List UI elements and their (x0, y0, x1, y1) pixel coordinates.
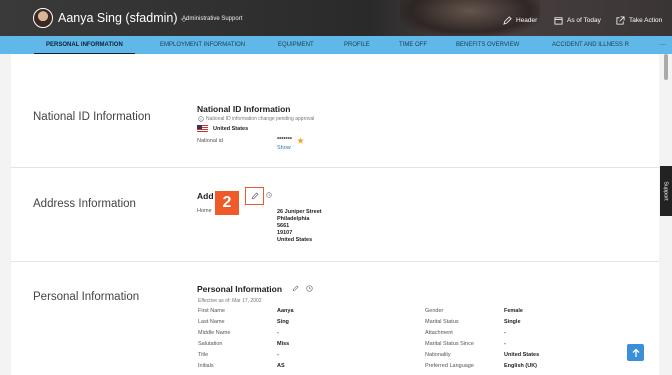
address-line: 5661 (277, 223, 290, 229)
user-name[interactable]: Aanya Sing (sfadmin) (58, 11, 178, 25)
as-of-today-label: As of Today (567, 17, 601, 24)
field-label: Preferred Language (425, 363, 474, 369)
field-label: Last Name (198, 319, 225, 325)
top-header: Aanya Sing (sfadmin) ⌵ Administrative Sup… (0, 0, 672, 36)
tab-time-off[interactable]: TIME OFF (399, 42, 427, 48)
arrow-up-icon (632, 348, 639, 357)
scroll-to-top-button[interactable] (627, 344, 644, 361)
field-value: Miss (277, 341, 290, 347)
field-value: Female (504, 308, 523, 314)
card-title: Add (197, 191, 214, 201)
history-icon[interactable] (266, 192, 272, 198)
field-value: English (UK) (504, 363, 537, 369)
scrollbar-thumb[interactable] (664, 54, 668, 80)
tab-employment-information[interactable]: EMPLOYMENT INFORMATION (160, 42, 245, 48)
header-button[interactable]: Header (503, 16, 537, 25)
field-value: - (277, 330, 279, 336)
section-label: National ID Information (33, 111, 151, 123)
field-label: First Name (198, 308, 225, 314)
section-label: Personal Information (33, 291, 140, 303)
info-icon (198, 116, 204, 122)
tab-bar: PERSONAL INFORMATION EMPLOYMENT INFORMAT… (0, 36, 672, 55)
field-value: Aanya (277, 308, 294, 314)
support-tab[interactable]: Support (660, 166, 672, 216)
field-label: Salutation (198, 341, 223, 347)
history-icon[interactable] (306, 285, 313, 292)
pencil-icon (503, 16, 512, 25)
field-label: Attachment (425, 330, 453, 336)
card-title: National ID Information (197, 104, 291, 114)
user-role: Administrative Support (182, 16, 243, 22)
header-button-label: Header (516, 17, 538, 24)
address-line: United States (277, 237, 313, 243)
field-value: - (504, 330, 506, 336)
national-id-label: National id (197, 138, 223, 144)
address-edit-button[interactable] (245, 187, 264, 205)
field-label: Marital Status Since (425, 341, 474, 347)
tab-accident-and-illness[interactable]: ACCIDENT AND ILLNESS R (552, 42, 629, 48)
as-of-today-button[interactable]: As of Today (554, 16, 601, 25)
pencil-icon (251, 192, 259, 200)
take-action-label: Take Action (629, 17, 663, 24)
section-label: Address Information (33, 198, 136, 210)
field-value: - (277, 352, 279, 358)
field-value: United States (504, 352, 540, 358)
pencil-icon[interactable] (292, 285, 299, 292)
tab-personal-information[interactable]: PERSONAL INFORMATION (34, 42, 135, 55)
user-menu[interactable]: Aanya Sing (sfadmin) ⌵ (58, 11, 187, 25)
country-name: United States (213, 126, 249, 132)
main-content: National ID Information National ID Info… (11, 54, 659, 375)
calendar-icon (554, 17, 563, 25)
tab-benefits-overview[interactable]: BENEFITS OVERVIEW (456, 42, 519, 48)
take-action-button[interactable]: Take Action (616, 16, 662, 25)
personal-section: Personal Information Personal Informatio… (11, 261, 659, 375)
field-value: AS (277, 363, 285, 369)
star-icon (297, 137, 304, 144)
home-address-label: Home (197, 208, 212, 214)
address-line: 26 Juniper Street (277, 209, 322, 215)
field-value: Sing (277, 319, 289, 325)
address-line: 19107 (277, 230, 293, 236)
national-id-value: ******* (277, 137, 292, 143)
field-label: Initials (198, 363, 214, 369)
field-label: Gender (425, 308, 444, 314)
card-title: Personal Information (197, 284, 283, 294)
step-number-badge: 2 (215, 191, 239, 215)
address-line: Philadelphia (277, 216, 310, 222)
effective-date: Effective as of: Mar 17, 2002 (198, 298, 262, 304)
external-link-icon (616, 16, 625, 25)
national-id-section: National ID Information National ID Info… (11, 54, 659, 167)
address-section: Address Information Add Home 26 Juniper … (11, 167, 659, 261)
tab-profile[interactable]: PROFILE (344, 42, 370, 48)
pending-approval-note: National ID information change pending a… (206, 116, 315, 122)
tabs-more-button[interactable]: ... (660, 40, 666, 47)
field-value: - (504, 341, 506, 347)
field-label: Title (198, 352, 209, 358)
show-national-id-link[interactable]: Show (277, 145, 291, 151)
us-flag-icon (197, 125, 208, 132)
field-label: Middle Name (198, 330, 231, 336)
tab-equipment[interactable]: EQUIPMENT (278, 42, 314, 48)
field-value: Single (504, 319, 521, 325)
support-label: Support (663, 181, 670, 201)
field-label: Marital Status (425, 319, 459, 325)
avatar[interactable] (33, 8, 53, 28)
field-label: Nationality (425, 352, 451, 358)
